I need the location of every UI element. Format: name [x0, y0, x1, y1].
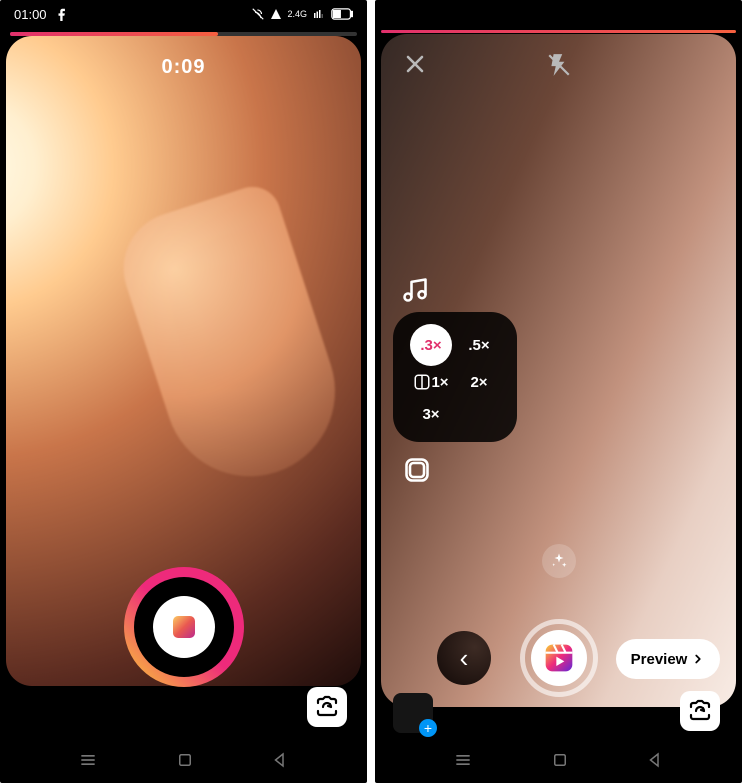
status-bar: 01:00 2.4G: [0, 0, 367, 28]
preview-label: Preview: [631, 651, 688, 668]
speed-1x-icon: [413, 373, 431, 391]
speed-option-3x[interactable]: 3×: [422, 406, 439, 423]
music-icon: [401, 276, 429, 304]
nav-back-icon[interactable]: [646, 751, 664, 769]
speed-option-0-5x[interactable]: .5×: [468, 337, 489, 354]
speed-option-2x[interactable]: 2×: [470, 374, 487, 391]
facebook-icon: [55, 7, 69, 21]
speed-option-0-3x[interactable]: .3×: [410, 324, 452, 366]
plus-badge: +: [419, 719, 437, 737]
layout-icon: [403, 456, 431, 484]
flash-off-icon: [546, 52, 572, 78]
music-button[interactable]: [401, 276, 429, 304]
record-button[interactable]: [124, 567, 244, 687]
chevron-right-icon: [691, 652, 705, 666]
android-nav-bar: [0, 737, 367, 783]
preview-button[interactable]: Preview: [616, 639, 720, 679]
viewfinder-subject: [109, 179, 357, 498]
chevron-left-icon: ‹: [460, 643, 469, 674]
flip-camera-button[interactable]: [680, 691, 720, 731]
nav-home-icon[interactable]: [551, 751, 569, 769]
flash-toggle[interactable]: [546, 52, 572, 78]
reels-capture-button[interactable]: [520, 619, 598, 697]
phone-left-recording: 01:00 2.4G 0:09: [0, 0, 367, 783]
status-time: 01:00: [14, 7, 47, 22]
flip-camera-icon: [688, 699, 712, 723]
phone-right-speed-picker: .3× .5× 1× 2× 3× ‹: [375, 0, 742, 783]
flip-camera-button[interactable]: [307, 687, 347, 727]
speed-option-1x[interactable]: 1×: [413, 373, 448, 391]
reels-icon: [543, 642, 575, 674]
nav-recents-icon[interactable]: [78, 750, 98, 770]
last-clip-thumb[interactable]: ‹: [437, 631, 491, 685]
flip-camera-icon: [315, 695, 339, 719]
speed-picker: .3× .5× 1× 2× 3×: [393, 312, 517, 442]
record-progress-track: [381, 30, 736, 33]
nav-recents-icon[interactable]: [453, 750, 473, 770]
layout-button[interactable]: [403, 456, 431, 484]
add-from-gallery-button[interactable]: +: [393, 693, 433, 733]
sparkle-icon: [550, 552, 568, 570]
android-nav-bar: [375, 737, 742, 783]
close-icon: [403, 52, 427, 76]
status-icons-right: 2.4G: [251, 7, 353, 21]
close-button[interactable]: [403, 52, 427, 76]
nav-back-icon[interactable]: [271, 751, 289, 769]
record-timer: 0:09: [0, 56, 367, 79]
effects-button[interactable]: [542, 544, 576, 578]
stop-icon: [173, 616, 195, 638]
nav-home-icon[interactable]: [176, 751, 194, 769]
